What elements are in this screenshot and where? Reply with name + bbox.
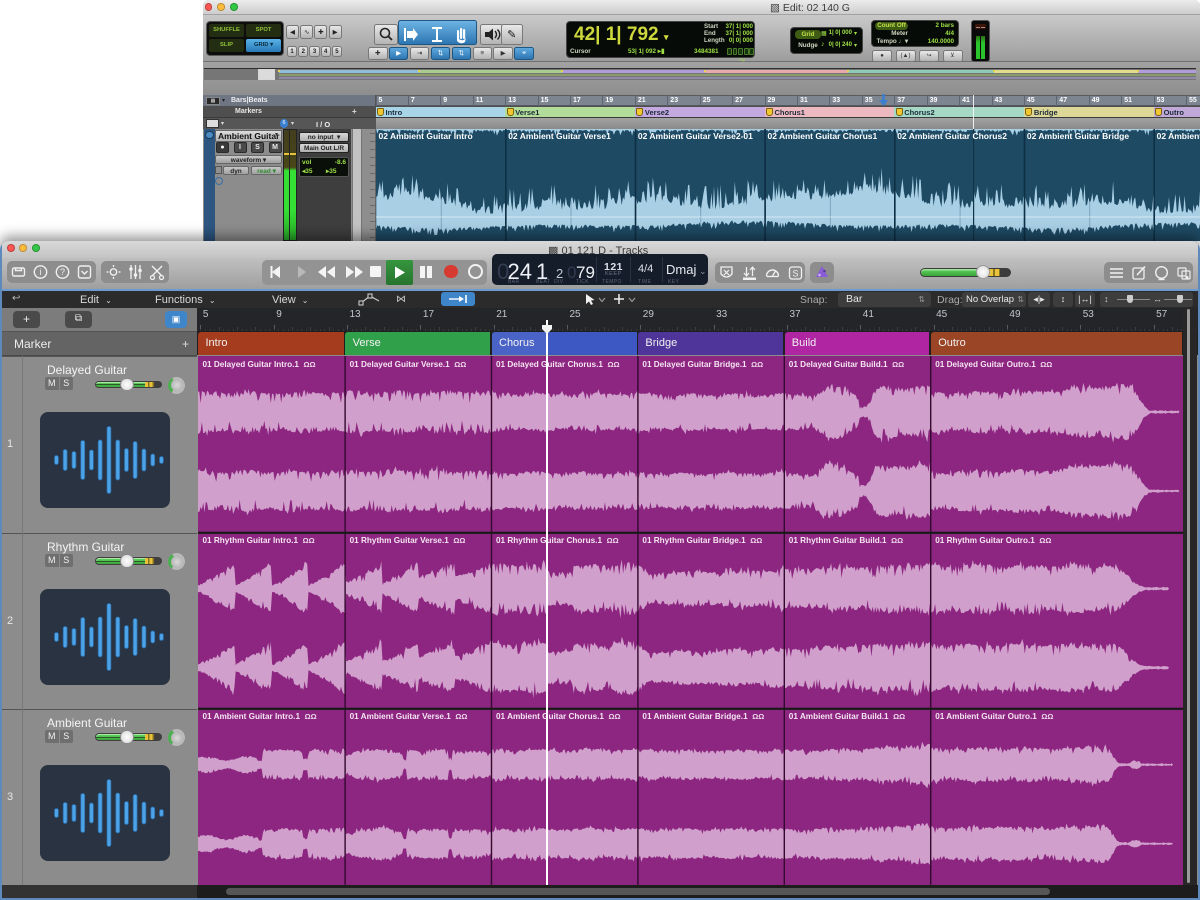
- svg-text:?: ?: [60, 267, 65, 277]
- svg-text:S: S: [792, 269, 798, 279]
- svg-text:i: i: [40, 267, 42, 277]
